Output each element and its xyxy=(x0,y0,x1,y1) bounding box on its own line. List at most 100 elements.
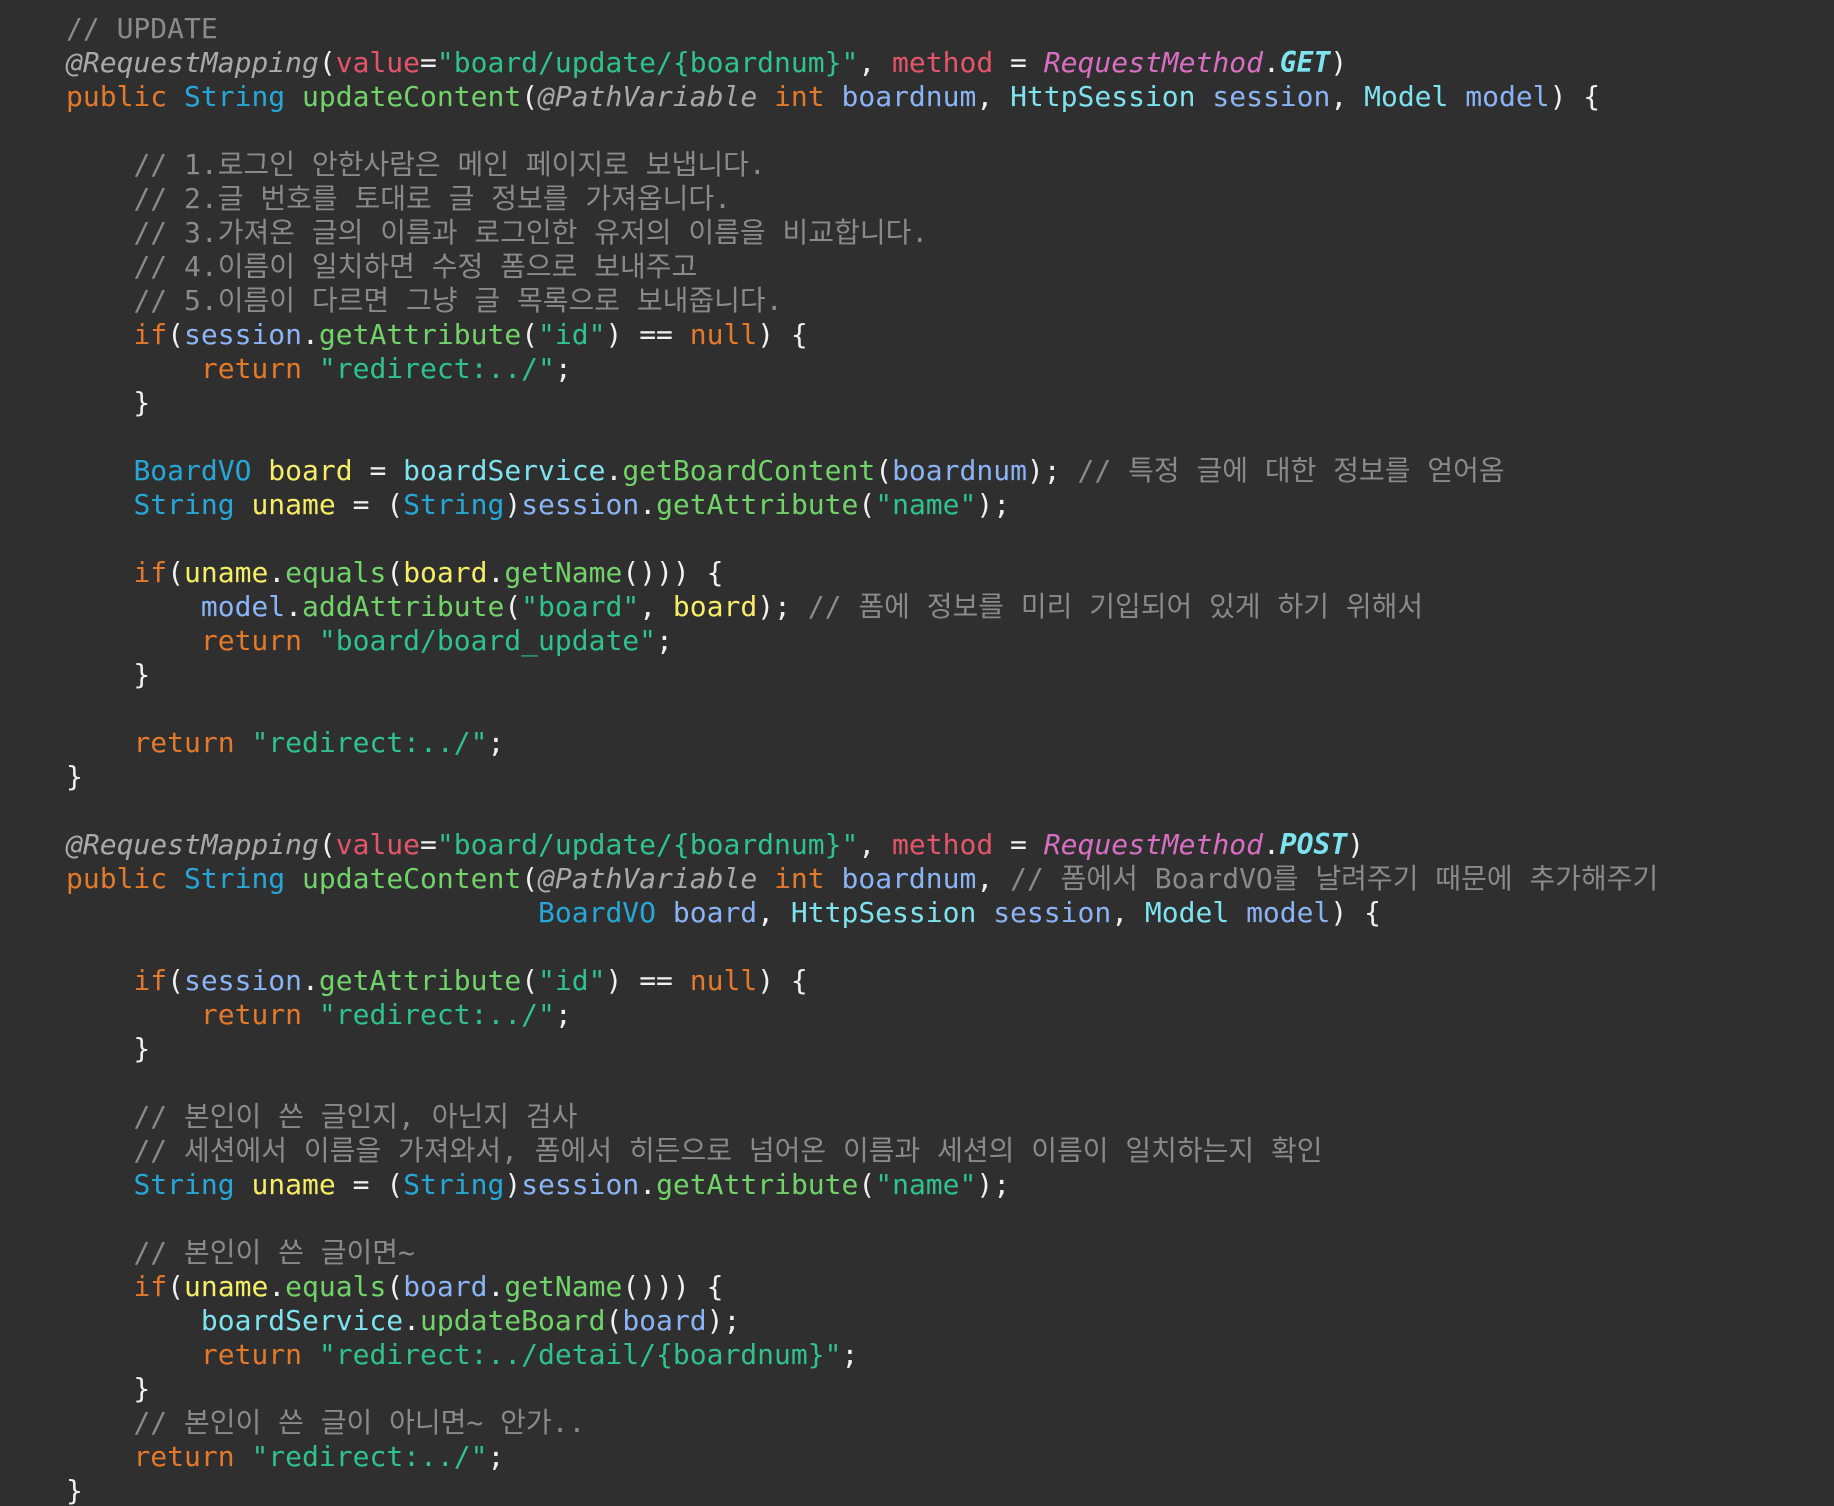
code-line[interactable]: return "redirect:../"; xyxy=(66,1440,1834,1474)
code-token-plain: ) xyxy=(504,1168,522,1201)
code-line[interactable]: boardService.updateBoard(board); xyxy=(66,1304,1834,1338)
code-line[interactable] xyxy=(66,114,1834,148)
code-line[interactable]: return "redirect:../"; xyxy=(66,998,1834,1032)
code-token-plain: ( xyxy=(858,488,876,521)
code-token-plain: } xyxy=(66,1474,83,1506)
code-line[interactable]: if(session.getAttribute("id") == null) { xyxy=(66,318,1834,352)
code-line[interactable]: // 3.가져온 글의 이름과 로그인한 유저의 이름을 비교합니다. xyxy=(66,216,1834,250)
code-line[interactable]: @RequestMapping(value="board/update/{boa… xyxy=(66,828,1834,862)
code-token-plain: ; xyxy=(487,1440,505,1473)
code-token-comment: // 폼에 정보를 미리 기입되어 있게 하기 위해서 xyxy=(807,590,1424,623)
code-line[interactable]: } xyxy=(66,386,1834,420)
code-token-comment: // 본인이 쓴 글이면~ xyxy=(133,1236,415,1269)
code-token-variable: uname xyxy=(251,1168,336,1201)
code-token-plain: ( xyxy=(504,590,522,623)
code-line[interactable]: // 5.이름이 다르면 그냥 글 목록으로 보내줍니다. xyxy=(66,284,1834,318)
code-token-keyword: null xyxy=(689,318,758,351)
code-token-comment: // 4.이름이 일치하면 수정 폼으로 보내주고 xyxy=(133,250,698,283)
code-line[interactable]: // 세션에서 이름을 가져와서, 폼에서 히든으로 넘어온 이름과 세션의 이… xyxy=(66,1134,1834,1168)
code-line[interactable]: } xyxy=(66,760,1834,794)
code-line[interactable]: model.addAttribute("board", board); // 폼… xyxy=(66,590,1834,624)
code-token-type: BoardVO xyxy=(538,896,673,929)
code-token-param: board xyxy=(622,1304,707,1337)
code-token-attrkey: value xyxy=(335,46,421,79)
code-token-keyword: int xyxy=(774,862,842,895)
code-line[interactable]: } xyxy=(66,658,1834,692)
code-token-plain: ) xyxy=(1347,828,1365,861)
code-token-string: "name" xyxy=(875,1168,977,1201)
code-line[interactable]: // 본인이 쓴 글인지, 아닌지 검사 xyxy=(66,1100,1834,1134)
code-line[interactable]: // 1.로그인 안한사람은 메인 페이지로 보냅니다. xyxy=(66,148,1834,182)
code-line[interactable]: return "redirect:../"; xyxy=(66,352,1834,386)
code-token-plain: , xyxy=(858,46,893,79)
code-line[interactable] xyxy=(66,794,1834,828)
code-line[interactable]: public String updateContent(@PathVariabl… xyxy=(66,80,1834,114)
code-line[interactable]: // 2.글 번호를 토대로 글 정보를 가져옵니다. xyxy=(66,182,1834,216)
code-line[interactable]: return "board/board_update"; xyxy=(66,624,1834,658)
code-line[interactable]: // UPDATE xyxy=(66,12,1834,46)
code-token-plain: = xyxy=(352,454,404,487)
code-line[interactable] xyxy=(66,930,1834,964)
code-token-plain: = ( xyxy=(335,1168,404,1201)
code-line[interactable]: } xyxy=(66,1474,1834,1506)
code-token-param: session xyxy=(184,318,303,351)
code-token-plain: . xyxy=(1262,828,1280,861)
code-line[interactable]: } xyxy=(66,1032,1834,1066)
code-line[interactable] xyxy=(66,420,1834,454)
code-token-enumconst: POST xyxy=(1279,828,1348,861)
code-token-plain: , xyxy=(858,828,893,861)
code-token-param: boardnum xyxy=(841,862,977,895)
code-line[interactable]: } xyxy=(66,1372,1834,1406)
code-token-keyword: public xyxy=(66,862,185,895)
code-token-plain: . xyxy=(302,318,319,351)
code-token-method: equals xyxy=(285,556,387,589)
code-line[interactable] xyxy=(66,1202,1834,1236)
code-token-plain: ( xyxy=(521,80,539,113)
code-token-keyword: if xyxy=(133,964,168,997)
code-editor[interactable]: // UPDATE @RequestMapping(value="board/up… xyxy=(0,0,1834,1506)
code-line[interactable]: String uname = (String)session.getAttrib… xyxy=(66,488,1834,522)
code-line[interactable]: String uname = (String)session.getAttrib… xyxy=(66,1168,1834,1202)
code-token-param: boardnum xyxy=(841,80,977,113)
code-token-method: getName xyxy=(504,1270,623,1303)
code-token-plain: . xyxy=(639,488,657,521)
code-line[interactable]: BoardVO board = boardService.getBoardCon… xyxy=(66,454,1834,488)
code-token-keyword: return xyxy=(200,624,319,657)
code-token-variable: board xyxy=(403,556,488,589)
code-token-plain: ; xyxy=(554,998,572,1031)
code-token-method: equals xyxy=(285,1270,387,1303)
code-token-enumtype: RequestMethod xyxy=(1043,46,1263,79)
code-token-plain: ( xyxy=(167,556,185,589)
code-line[interactable]: @RequestMapping(value="board/update/{boa… xyxy=(66,46,1834,80)
code-token-comment: // 세션에서 이름을 가져와서, 폼에서 히든으로 넘어온 이름과 세션의 이… xyxy=(133,1134,1323,1167)
code-token-string: "name" xyxy=(875,488,977,521)
code-line[interactable] xyxy=(66,692,1834,726)
code-line[interactable] xyxy=(66,522,1834,556)
code-token-keyword: null xyxy=(689,964,758,997)
code-token-variable: uname xyxy=(184,556,269,589)
code-token-param: board xyxy=(403,1270,488,1303)
code-line[interactable]: if(session.getAttribute("id") == null) { xyxy=(66,964,1834,998)
code-line[interactable]: BoardVO board, HttpSession session, Mode… xyxy=(66,896,1834,930)
code-line[interactable]: // 본인이 쓴 글이 아니면~ 안가.. xyxy=(66,1406,1834,1440)
code-line[interactable]: if(uname.equals(board.getName())) { xyxy=(66,1270,1834,1304)
code-token-plain: ; xyxy=(656,624,673,657)
code-token-method: getAttribute xyxy=(318,964,522,997)
code-line[interactable]: if(uname.equals(board.getName())) { xyxy=(66,556,1834,590)
code-line[interactable] xyxy=(66,1066,1834,1100)
code-token-plain: ( xyxy=(875,454,893,487)
code-token-type: String xyxy=(403,488,505,521)
code-line[interactable]: public String updateContent(@PathVariabl… xyxy=(66,862,1834,896)
code-token-string: "id" xyxy=(538,318,606,351)
code-line[interactable]: return "redirect:../detail/{boardnum}"; xyxy=(66,1338,1834,1372)
code-token-param: model xyxy=(1246,896,1331,929)
code-line[interactable]: return "redirect:../"; xyxy=(66,726,1834,760)
code-line[interactable]: // 본인이 쓴 글이면~ xyxy=(66,1236,1834,1270)
code-token-plain: . xyxy=(639,1168,657,1201)
code-line[interactable]: // 4.이름이 일치하면 수정 폼으로 보내주고 xyxy=(66,250,1834,284)
